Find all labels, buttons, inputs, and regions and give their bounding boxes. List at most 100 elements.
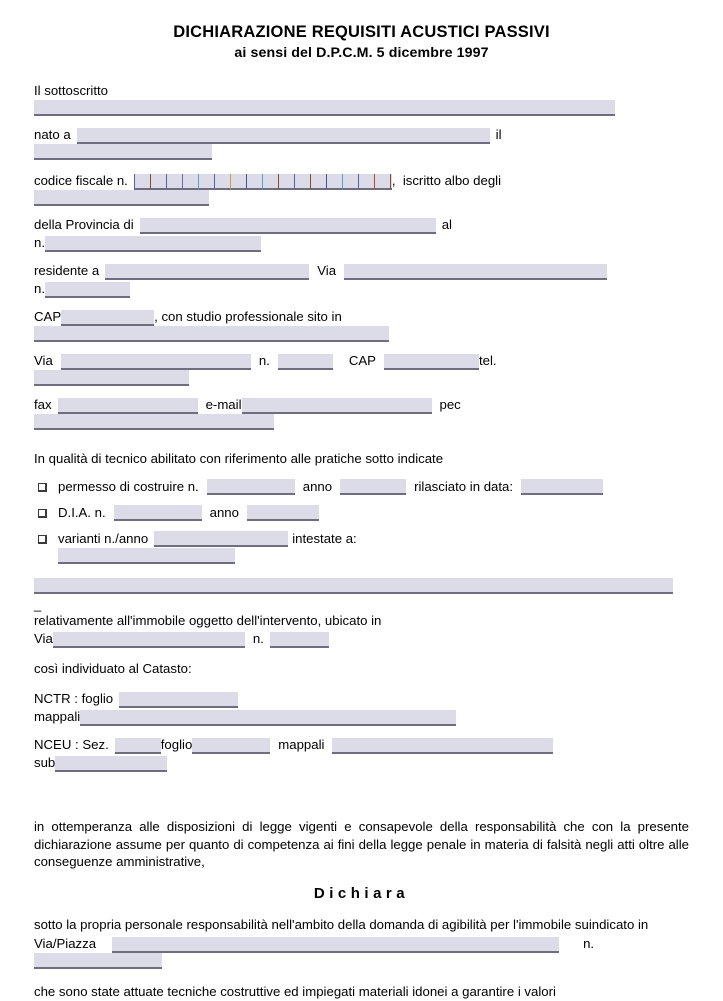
- input-nceu-mappali[interactable]: [332, 738, 554, 755]
- input-studio-cap[interactable]: [383, 354, 479, 371]
- label-via-residenza: Via: [317, 263, 337, 279]
- codice-fiscale-cell[interactable]: [357, 174, 374, 191]
- input-provincia-n[interactable]: [45, 236, 261, 253]
- codice-fiscale-cell[interactable]: [245, 174, 262, 191]
- input-varianti-n-anno[interactable]: [154, 531, 289, 548]
- label-n-immobile: n.: [252, 631, 264, 647]
- label-via-piazza: Via/Piazza: [34, 936, 97, 952]
- label-email: e-mail: [205, 397, 242, 413]
- input-immobile-n[interactable]: [269, 632, 329, 649]
- label-con-studio: , con studio professionale sito in: [154, 309, 342, 325]
- label-cosi-individuato: così individuato al Catasto:: [34, 661, 192, 677]
- row-studio-sito: [34, 326, 689, 343]
- label-intestate-a: intestate a:: [292, 531, 357, 547]
- form-page: DICHIARAZIONE REQUISITI ACUSTICI PASSIVI…: [0, 0, 723, 999]
- row-nceu: NCEU : Sez. foglio mappali: [34, 736, 689, 755]
- label-n-provincia: n.: [34, 235, 45, 251]
- codice-fiscale-cell[interactable]: [213, 174, 230, 191]
- input-studio-sito-in[interactable]: [34, 326, 389, 343]
- document-subtitle: ai sensi del D.P.C.M. 5 dicembre 1997: [234, 44, 489, 61]
- input-permesso-n[interactable]: [206, 479, 295, 496]
- input-intestate-a[interactable]: [58, 548, 235, 565]
- input-via-piazza[interactable]: [112, 937, 560, 954]
- input-sottoscritto[interactable]: [34, 100, 615, 117]
- paragraph-sotto-la-propria: sotto la propria personale responsabilit…: [34, 916, 649, 932]
- label-cap-residenza: CAP: [34, 309, 62, 325]
- codice-fiscale-cell[interactable]: [181, 174, 198, 191]
- input-provincia[interactable]: [139, 218, 436, 235]
- checkbox-dia[interactable]: [38, 508, 47, 518]
- input-cap-residenza[interactable]: [61, 310, 155, 327]
- input-nceu-sez[interactable]: [114, 738, 161, 755]
- input-residente-n[interactable]: [45, 282, 130, 299]
- label-via-studio: Via: [34, 353, 53, 369]
- input-immobile-via[interactable]: [52, 632, 245, 649]
- codice-fiscale-cell[interactable]: [133, 174, 150, 191]
- row-nato-a-data: [34, 144, 689, 161]
- codice-fiscale-cell[interactable]: [229, 174, 246, 191]
- label-il-sottoscritto: Il sottoscritto: [34, 83, 109, 99]
- input-permesso-anno[interactable]: [340, 479, 407, 496]
- checkbox-row-permesso[interactable]: permesso di costruire n. anno rilasciato…: [34, 478, 689, 496]
- input-codice-fiscale[interactable]: [133, 174, 392, 191]
- label-nceu-mappali: mappali: [278, 737, 325, 753]
- checkbox-row-varianti[interactable]: varianti n./anno intestate a:: [34, 530, 689, 548]
- input-dia-anno[interactable]: [246, 505, 319, 522]
- input-studio-n[interactable]: [277, 354, 333, 371]
- input-telefono[interactable]: [34, 370, 189, 387]
- label-anno-dia: anno: [209, 505, 239, 521]
- input-nctr-mappali[interactable]: [80, 710, 457, 727]
- codice-fiscale-cell[interactable]: [197, 174, 214, 191]
- row-nctr-mappali: mappali: [34, 708, 689, 727]
- input-studio-via[interactable]: [60, 354, 251, 371]
- codice-fiscale-cell[interactable]: [341, 174, 358, 191]
- checkbox-permesso-di-costruire[interactable]: [38, 482, 47, 492]
- label-relativamente: relativamente all'immobile oggetto dell'…: [34, 613, 382, 629]
- row-nato-a: nato a il: [34, 126, 689, 145]
- input-albo-degli[interactable]: [34, 190, 209, 207]
- row-provincia-n: n.: [34, 234, 689, 253]
- input-via-piazza-n[interactable]: [34, 953, 162, 970]
- codice-fiscale-cell[interactable]: [149, 174, 166, 191]
- codice-fiscale-cell[interactable]: [293, 174, 310, 191]
- input-intestate-a-full[interactable]: [34, 578, 673, 595]
- label-nctr-mappali: mappali: [34, 709, 81, 725]
- label-permesso: permesso di costruire n.: [58, 479, 199, 495]
- input-dia-n[interactable]: [113, 505, 202, 522]
- input-nceu-foglio[interactable]: [192, 738, 271, 755]
- row-cap-studio: CAP , con studio professionale sito in: [34, 308, 689, 327]
- row-albo-degli-field: [34, 190, 689, 207]
- row-sottoscritto-field: [34, 100, 689, 117]
- document-title: DICHIARAZIONE REQUISITI ACUSTICI PASSIVI: [173, 23, 550, 41]
- input-nceu-sub[interactable]: [55, 756, 168, 773]
- paragraph-ottemperanza: in ottemperanza alle disposizioni di leg…: [34, 819, 689, 870]
- row-immobile-via: Via n.: [34, 630, 689, 649]
- checkbox-row-dia[interactable]: D.I.A. n. anno: [34, 504, 689, 522]
- row-via-piazza: Via/Piazza n.: [34, 935, 689, 954]
- row-residente: residente a Via: [34, 262, 689, 281]
- input-data-nascita[interactable]: [34, 144, 212, 161]
- row-nctr-foglio: NCTR : foglio: [34, 690, 689, 709]
- input-nctr-foglio[interactable]: [119, 692, 239, 709]
- input-email[interactable]: [241, 398, 432, 415]
- label-residente-a: residente a: [34, 263, 100, 279]
- label-n-studio: n.: [258, 353, 270, 369]
- input-residente-a[interactable]: [105, 264, 310, 281]
- input-residente-via[interactable]: [344, 264, 608, 281]
- row-codice-fiscale: codice fiscale n. , iscritto albo degli: [34, 172, 689, 191]
- input-fax[interactable]: [57, 398, 198, 415]
- codice-fiscale-cell[interactable]: [373, 174, 390, 191]
- checkbox-varianti[interactable]: [38, 534, 47, 544]
- codice-fiscale-cell[interactable]: [325, 174, 342, 191]
- row-relativamente: relativamente all'immobile oggetto dell'…: [34, 612, 689, 630]
- codice-fiscale-cell[interactable]: [165, 174, 182, 191]
- codice-fiscale-cell[interactable]: [277, 174, 294, 191]
- codice-fiscale-cell[interactable]: [309, 174, 326, 191]
- form-body: Il sottoscritto nato a il codice fiscale…: [34, 82, 689, 773]
- row-via-piazza-n: [34, 953, 689, 970]
- input-permesso-data[interactable]: [521, 479, 604, 496]
- input-pec[interactable]: [34, 414, 274, 431]
- row-sottoscritto-label: Il sottoscritto: [34, 82, 689, 100]
- codice-fiscale-cell[interactable]: [261, 174, 278, 191]
- input-nato-a[interactable]: [76, 128, 490, 145]
